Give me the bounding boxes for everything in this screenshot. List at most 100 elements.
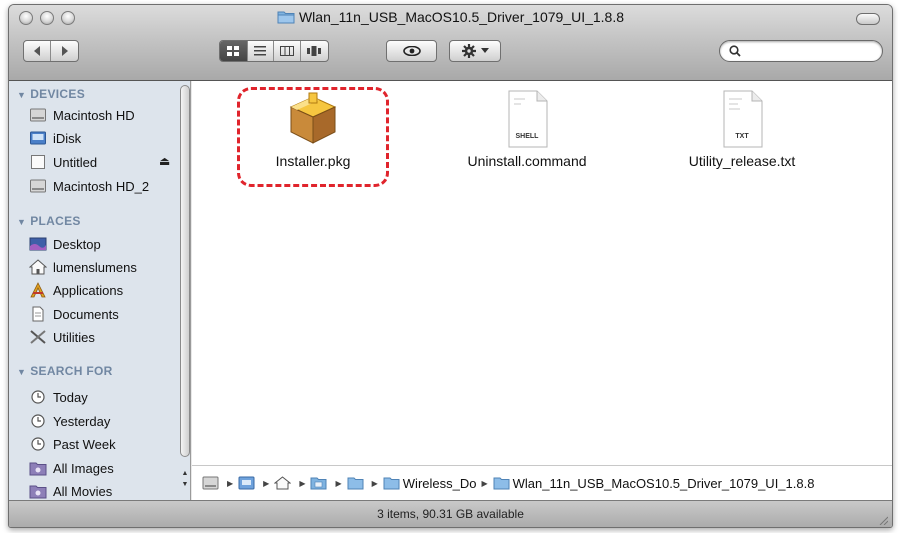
scroll-down-arrow-icon[interactable]: ▼	[180, 480, 190, 490]
clock-icon	[29, 413, 47, 429]
disk-image-icon	[29, 154, 47, 170]
smart-folder-icon	[29, 483, 47, 499]
icon-view-icon	[227, 46, 240, 56]
sidebar-item-label: All Movies	[53, 483, 113, 499]
sidebar-item-idisk[interactable]: iDisk	[29, 128, 81, 148]
section-heading: SEARCH FOR	[30, 364, 113, 378]
search-field[interactable]	[719, 40, 883, 62]
file-type-badge: TXT	[735, 133, 749, 140]
toolbar-toggle-button[interactable]	[856, 13, 880, 25]
text-document-icon	[712, 89, 772, 149]
icon-view-button[interactable]	[220, 41, 248, 61]
list-view-button[interactable]	[248, 41, 275, 61]
sidebar-item-label: Utilities	[53, 329, 95, 345]
path-separator-icon: ▶	[335, 478, 342, 488]
sidebar-item-label: Applications	[53, 282, 124, 298]
desktop-folder-icon[interactable]	[310, 476, 327, 490]
file-item-utility-release[interactable]: TXT Utility_release.txt	[657, 89, 827, 169]
back-forward-control	[23, 40, 79, 62]
quick-look-button[interactable]	[386, 40, 437, 62]
sidebar-section-devices[interactable]: ▼ DEVICES	[17, 87, 85, 101]
home-icon[interactable]	[274, 476, 292, 490]
sidebar-item-label: Macintosh HD_2	[53, 178, 150, 194]
view-mode-control	[219, 40, 329, 62]
window-title-text: Wlan_11n_USB_MacOS10.5_Driver_1079_UI_1.…	[298, 9, 625, 25]
folder-icon[interactable]	[383, 476, 400, 490]
sidebar-item-utilities[interactable]: Utilities	[29, 327, 95, 347]
hard-drive-icon	[29, 107, 47, 123]
documents-icon	[29, 306, 47, 322]
applications-icon	[29, 282, 47, 298]
action-menu-button[interactable]	[449, 40, 501, 62]
sidebar-item-all-images[interactable]: All Images	[29, 458, 114, 478]
package-icon	[283, 89, 343, 149]
back-button[interactable]	[24, 41, 52, 61]
folder-icon[interactable]	[493, 476, 510, 490]
eject-icon[interactable]: ⏏	[159, 154, 170, 168]
sidebar-item-label: Untitled	[53, 154, 98, 170]
sidebar-item-label: Desktop	[53, 236, 101, 252]
sidebar-item-applications[interactable]: Applications	[29, 280, 123, 300]
sidebar-item-untitled[interactable]: Untitled	[29, 152, 97, 172]
clock-icon	[29, 436, 47, 452]
disclosure-triangle-icon: ▼	[17, 90, 27, 100]
sidebar-item-home[interactable]: lumenslumens	[29, 257, 137, 277]
section-heading: DEVICES	[30, 87, 86, 101]
sidebar-item-label: lumenslumens	[53, 259, 137, 275]
cover-flow-icon	[307, 46, 322, 56]
sidebar-scroll-thumb[interactable]	[180, 85, 190, 457]
clock-icon	[29, 389, 47, 405]
path-segment-current[interactable]: Wlan_11n_USB_MacOS10.5_Driver_1079_UI_1.…	[513, 476, 815, 491]
sidebar-item-label: iDisk	[53, 130, 82, 146]
gear-icon	[461, 44, 476, 58]
finder-window: Wlan_11n_USB_MacOS10.5_Driver_1079_UI_1.…	[8, 4, 893, 528]
path-separator-icon: ▶	[371, 478, 378, 488]
hard-drive-icon	[29, 178, 47, 194]
sidebar-item-past-week[interactable]: Past Week	[29, 434, 116, 454]
forward-button[interactable]	[51, 41, 78, 61]
idisk-icon	[29, 130, 47, 146]
sidebar-item-macintosh-hd-2[interactable]: Macintosh HD_2	[29, 176, 149, 196]
sidebar-item-macintosh-hd[interactable]: Macintosh HD	[29, 105, 135, 125]
column-view-button[interactable]	[274, 41, 301, 61]
file-item-uninstall[interactable]: SHELL Uninstall.command	[442, 89, 612, 169]
sidebar-item-desktop[interactable]: Desktop	[29, 234, 101, 254]
window-toolbar: Wlan_11n_USB_MacOS10.5_Driver_1079_UI_1.…	[9, 5, 892, 81]
status-text: 3 items, 90.31 GB available	[377, 507, 524, 521]
search-icon	[729, 45, 741, 57]
path-separator-icon: ▶	[481, 478, 488, 488]
sidebar-item-documents[interactable]: Documents	[29, 304, 119, 324]
sidebar-item-label: Documents	[53, 306, 119, 322]
path-separator-icon: ▶	[227, 478, 234, 488]
sidebar-item-all-movies[interactable]: All Movies	[29, 481, 112, 500]
sidebar-item-today[interactable]: Today	[29, 387, 88, 407]
window-title: Wlan_11n_USB_MacOS10.5_Driver_1079_UI_1.…	[9, 9, 892, 25]
sidebar-section-search-for[interactable]: ▼ SEARCH FOR	[17, 364, 113, 378]
smart-folder-icon	[29, 460, 47, 476]
path-separator-icon: ▶	[263, 478, 270, 488]
disclosure-triangle-icon: ▼	[17, 367, 27, 377]
sidebar-item-label: Past Week	[53, 436, 116, 452]
chevron-down-icon	[480, 48, 489, 53]
scroll-up-arrow-icon[interactable]: ▲	[180, 469, 190, 479]
section-heading: PLACES	[30, 214, 81, 228]
file-type-badge: SHELL	[515, 133, 539, 140]
sidebar-scrollbar[interactable]: ▲ ▼	[179, 83, 190, 493]
cover-flow-button[interactable]	[301, 41, 328, 61]
sidebar-item-label: All Images	[53, 460, 114, 476]
disclosure-triangle-icon: ▼	[17, 217, 27, 227]
desktop-icon	[29, 236, 47, 252]
folder-icon[interactable]	[347, 476, 364, 490]
network-volume-icon[interactable]	[238, 476, 255, 490]
file-item-installer[interactable]: Installer.pkg	[228, 89, 398, 169]
sidebar-section-places[interactable]: ▼ PLACES	[17, 214, 81, 228]
computer-icon[interactable]	[202, 476, 219, 490]
search-input[interactable]	[746, 43, 874, 59]
sidebar-item-yesterday[interactable]: Yesterday	[29, 411, 110, 431]
utilities-icon	[29, 329, 47, 345]
path-segment-wireless[interactable]: Wireless_Do	[403, 476, 477, 491]
file-name-label: Uninstall.command	[467, 153, 587, 169]
path-bar: ▶ ▶ ▶ ▶ ▶ Wireless_Do ▶ Wlan_11n_USB_Mac…	[192, 465, 892, 500]
resize-grip-icon[interactable]	[878, 515, 888, 525]
file-name-label: Installer.pkg	[275, 153, 351, 169]
